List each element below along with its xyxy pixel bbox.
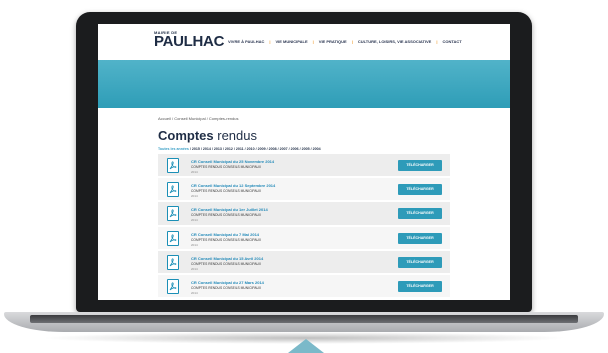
header-banner [98,60,510,108]
page-title-bold: Comptes [158,128,214,143]
nav-separator: | [351,39,353,44]
document-category: COMPTES RENDUS CONSEILS MUNICIPAUX [191,237,262,242]
site-logo[interactable]: MAIRIE DE PAULHAC [154,30,224,49]
year-filter-list[interactable]: / 2015 / 2014 / 2013 / 2012 / 2011 / 201… [190,147,321,151]
document-title[interactable]: CR Conseil Municipal du 27 Mars 2014 [191,280,264,285]
nav-item-vie-municipale[interactable]: VIE MUNICIPALE [276,39,308,44]
pdf-icon [167,278,179,294]
nav-separator: | [436,39,438,44]
list-item: CR Conseil Municipal du 7 Mai 2014 COMPT… [158,226,450,251]
list-item: CR Conseil Municipal du 25 Novembre 2014… [158,154,450,179]
site-header: MAIRIE DE PAULHAC VIVRE À PAULHAC | VIE … [98,24,510,60]
laptop-screen: MAIRIE DE PAULHAC VIVRE À PAULHAC | VIE … [98,24,510,300]
document-year: 2014 [191,290,198,295]
document-year: 2014 [191,194,198,199]
pdf-icon [167,230,179,246]
document-title[interactable]: CR Conseil Municipal du 7 Mai 2014 [191,232,259,237]
document-title[interactable]: CR Conseil Municipal du 25 Novembre 2014 [191,159,274,164]
document-category: COMPTES RENDUS CONSEILS MUNICIPAUX [191,261,262,266]
list-item: CR Conseil Municipal du 12 Septembre 201… [158,178,450,203]
document-year: 2014 [191,242,198,247]
list-item: CR Conseil Municipal du 27 Mars 2014 COM… [158,274,450,300]
breadcrumb: Accueil / Conseil Municipal / Comptes-re… [158,116,239,121]
laptop-notch [288,339,324,353]
documents-list: CR Conseil Municipal du 25 Novembre 2014… [158,154,450,300]
download-button[interactable]: TÉLÉCHARGER [398,232,442,244]
download-button[interactable]: TÉLÉCHARGER [398,256,442,268]
nav-item-culture[interactable]: CULTURE, LOISIRS, VIE ASSOCIATIVE [358,39,432,44]
logo-big-text: PAULHAC [154,33,225,50]
document-category: COMPTES RENDUS CONSEILS MUNICIPAUX [191,285,262,290]
document-category: COMPTES RENDUS CONSEILS MUNICIPAUX [191,213,262,218]
laptop-keyboard [30,315,578,323]
nav-separator: | [312,39,314,44]
year-filter-all[interactable]: Toutes les années [158,147,189,151]
page-title-rest: rendus [213,128,257,143]
pdf-icon [167,254,179,270]
page-title: Comptes rendus [158,128,257,143]
document-category: COMPTES RENDUS CONSEILS MUNICIPAUX [191,189,262,194]
document-year: 2014 [191,266,198,271]
document-title[interactable]: CR Conseil Municipal du 12 Septembre 201… [191,183,275,188]
year-filter: Toutes les années / 2015 / 2014 / 2013 /… [158,147,321,151]
nav-item-vie-pratique[interactable]: VIE PRATIQUE [319,39,347,44]
pdf-icon [167,158,179,173]
document-year: 2014 [191,170,198,174]
document-title[interactable]: CR Conseil Municipal du 15 Avril 2014 [191,256,263,261]
document-category: COMPTES RENDUS CONSEILS MUNICIPAUX [191,165,262,169]
download-button[interactable]: TÉLÉCHARGER [398,280,442,292]
list-item: CR Conseil Municipal du 1er Juillet 2014… [158,202,450,227]
nav-item-contact[interactable]: CONTACT [442,39,461,44]
nav-separator: | [269,39,271,44]
document-year: 2014 [191,218,198,223]
download-button[interactable]: TÉLÉCHARGER [398,160,442,171]
laptop-mockup: MAIRIE DE PAULHAC VIVRE À PAULHAC | VIE … [0,0,608,353]
pdf-icon [167,206,179,222]
list-item: CR Conseil Municipal du 15 Avril 2014 CO… [158,250,450,275]
main-nav: VIVRE À PAULHAC | VIE MUNICIPALE | VIE P… [228,39,462,44]
download-button[interactable]: TÉLÉCHARGER [398,208,442,220]
document-title[interactable]: CR Conseil Municipal du 1er Juillet 2014 [191,207,268,212]
download-button[interactable]: TÉLÉCHARGER [398,184,442,196]
pdf-icon [167,182,179,198]
nav-item-vivre[interactable]: VIVRE À PAULHAC [228,39,264,44]
